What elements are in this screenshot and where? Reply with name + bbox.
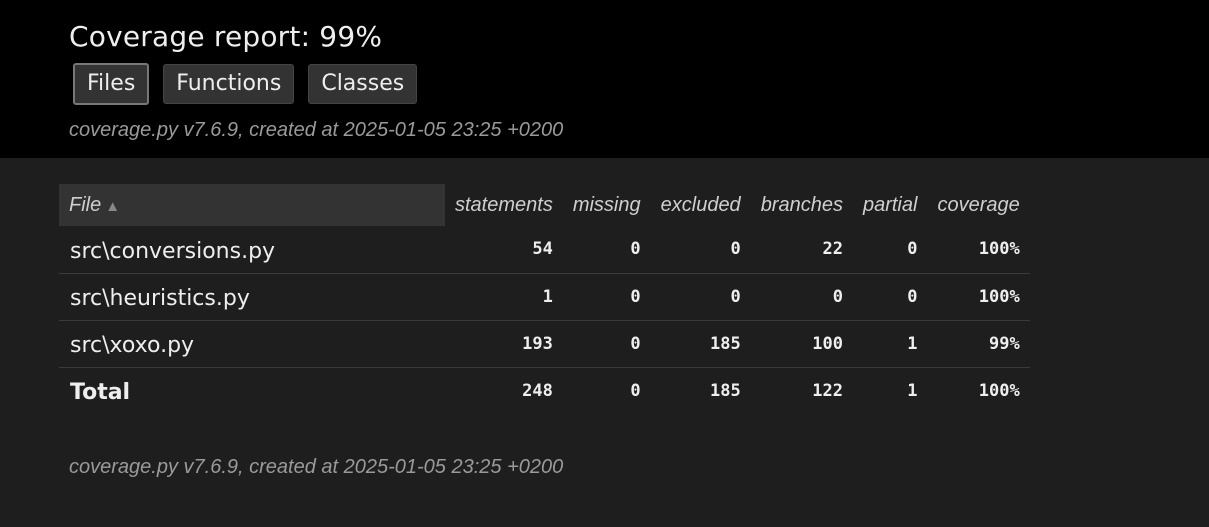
table-row: src\xoxo.py 193 0 185 100 1 99% <box>59 320 1030 368</box>
total-coverage: 100% <box>978 380 1020 401</box>
excluded-cell: 185 <box>650 320 751 368</box>
report-header: Coverage report: 99% Files Functions Cla… <box>0 0 1209 158</box>
column-header-file-label: File <box>69 193 102 216</box>
column-header-excluded[interactable]: excluded <box>651 184 751 226</box>
column-header-branches[interactable]: branches <box>751 184 853 226</box>
partial-cell: 0 <box>852 273 928 321</box>
file-link[interactable]: src\xoxo.py <box>70 333 194 358</box>
statements-cell: 193 <box>445 320 563 368</box>
table-row: src\conversions.py 54 0 0 22 0 100% <box>59 226 1030 274</box>
file-link[interactable]: src\conversions.py <box>70 239 275 264</box>
column-header-file[interactable]: File ▲ <box>59 184 445 226</box>
total-missing: 0 <box>630 380 641 401</box>
table-header-row: File ▲ statements missing excluded branch… <box>59 184 1030 226</box>
column-header-statements[interactable]: statements <box>445 184 563 226</box>
column-header-missing[interactable]: missing <box>563 184 651 226</box>
total-branches: 122 <box>812 380 843 401</box>
coverage-main: File ▲ statements missing excluded branch… <box>0 158 1209 414</box>
file-cell: src\conversions.py <box>59 226 445 274</box>
total-partial: 1 <box>907 380 918 401</box>
header-generator-info: coverage.py v7.6.9, created at 2025-01-0… <box>69 119 564 141</box>
view-tabs: Files Functions Classes <box>73 63 1209 105</box>
file-link[interactable]: src\heuristics.py <box>70 286 250 311</box>
statements-cell: 54 <box>445 226 563 274</box>
total-statements: 248 <box>522 380 553 401</box>
coverage-cell: 99% <box>927 320 1030 368</box>
partial-cell: 0 <box>852 226 928 274</box>
coverage-table: File ▲ statements missing excluded branch… <box>59 184 1030 414</box>
excluded-cell: 0 <box>650 273 751 321</box>
missing-cell: 0 <box>562 273 651 321</box>
footer-generator-info: coverage.py v7.6.9, created at 2025-01-0… <box>69 456 564 478</box>
tab-functions[interactable]: Functions <box>163 64 295 104</box>
coverage-cell: 100% <box>927 273 1030 321</box>
table-row: src\heuristics.py 1 0 0 0 0 100% <box>59 273 1030 321</box>
total-excluded: 185 <box>709 380 741 401</box>
column-header-partial[interactable]: partial <box>853 184 927 226</box>
page-title: Coverage report: 99% <box>69 20 383 53</box>
excluded-cell: 0 <box>650 226 751 274</box>
tab-classes[interactable]: Classes <box>308 64 418 104</box>
partial-cell: 1 <box>852 320 928 368</box>
column-header-coverage[interactable]: coverage <box>927 184 1029 226</box>
branches-cell: 22 <box>750 226 853 274</box>
missing-cell: 0 <box>562 226 651 274</box>
statements-cell: 1 <box>445 273 563 321</box>
missing-cell: 0 <box>562 320 651 368</box>
branches-cell: 100 <box>750 320 853 368</box>
report-footer: coverage.py v7.6.9, created at 2025-01-0… <box>0 414 1209 479</box>
branches-cell: 0 <box>750 273 853 321</box>
file-cell: src\heuristics.py <box>59 273 445 321</box>
tab-files[interactable]: Files <box>73 63 150 105</box>
total-label: Total <box>70 380 131 406</box>
total-row: Total 248 0 185 122 1 100% <box>59 367 1030 414</box>
coverage-cell: 100% <box>927 226 1030 274</box>
file-cell: src\xoxo.py <box>59 320 445 368</box>
sort-ascending-icon: ▲ <box>105 197 121 215</box>
